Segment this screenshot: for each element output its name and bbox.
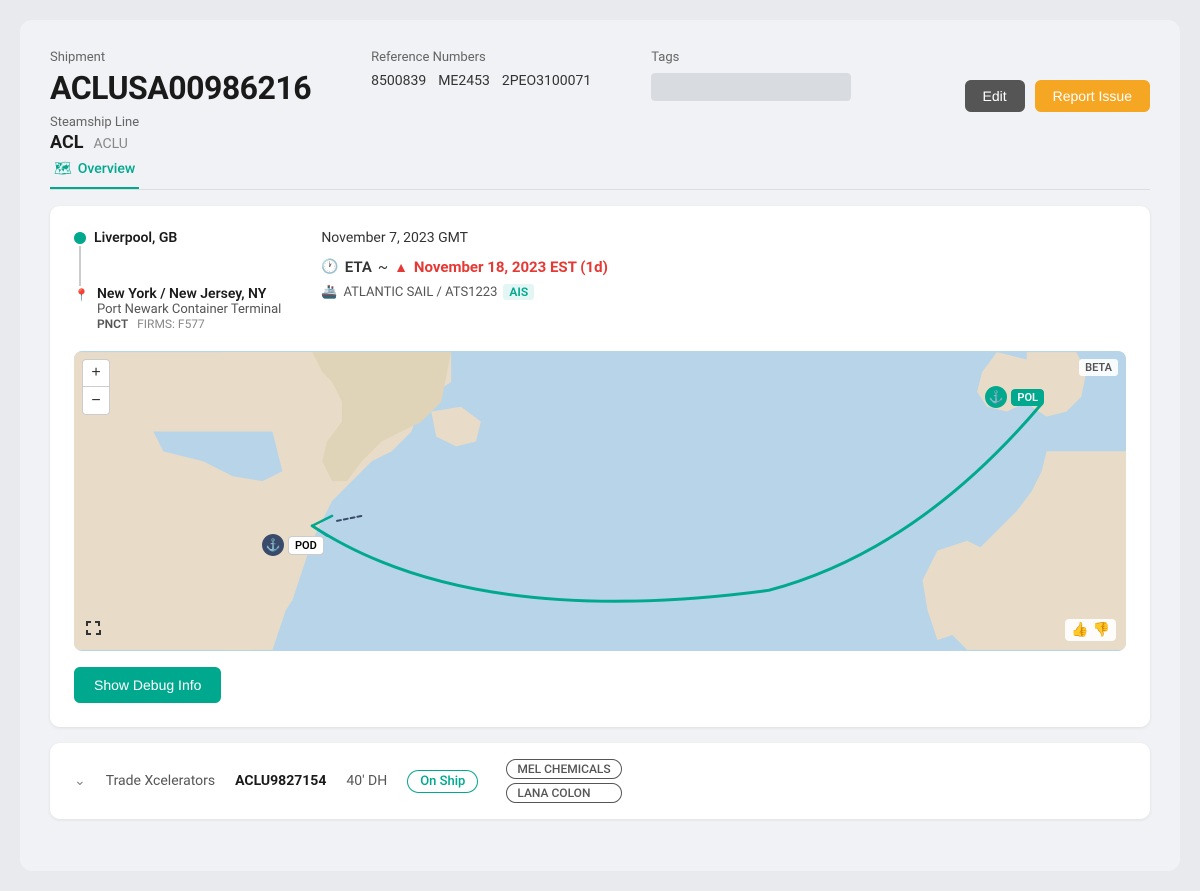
header-left: Shipment ACLUSA00986216 Steamship Line A… — [50, 50, 851, 153]
tab-overview-label: Overview — [78, 161, 135, 177]
departure-date: November 7, 2023 GMT — [321, 230, 608, 246]
tabs-row: 🗺 Overview — [50, 153, 1150, 190]
tab-overview[interactable]: 🗺 Overview — [50, 153, 139, 189]
route-connector — [79, 246, 81, 286]
reference-numbers: 8500839 ME2453 2PEO3100071 — [371, 73, 591, 89]
destination-firms-value: FIRMS: F577 — [137, 317, 205, 331]
destination-text: New York / New Jersey, NY Port Newark Co… — [97, 286, 281, 331]
route-right: November 7, 2023 GMT 🕐 ETA ~ ▲ November … — [321, 230, 608, 331]
origin-city: Liverpool, GB — [94, 230, 177, 246]
shipment-label: Shipment — [50, 50, 311, 65]
eta-up-arrow: ▲ — [394, 259, 408, 276]
page-container: Shipment ACLUSA00986216 Steamship Line A… — [20, 20, 1180, 871]
destination-name: New York / New Jersey, NY — [97, 286, 281, 302]
header-section: Shipment ACLUSA00986216 Steamship Line A… — [50, 50, 1150, 153]
expand-icon[interactable]: ⌄ — [74, 773, 86, 789]
pol-marker: ⚓ POL — [985, 386, 1044, 408]
ais-badge: AIS — [503, 284, 534, 300]
route-section: Liverpool, GB 📍 New York / New Jersey, N… — [74, 230, 1126, 331]
tags-input[interactable] — [651, 73, 851, 101]
origin-dot — [74, 232, 86, 244]
steamship-label: Steamship Line — [50, 115, 311, 130]
vessel-icon: 🚢 — [321, 285, 337, 300]
destination-code: PNCT — [97, 317, 128, 331]
eta-row: 🕐 ETA ~ ▲ November 18, 2023 EST (1d) — [321, 258, 608, 276]
destination-codes: PNCT FIRMS: F577 — [97, 317, 281, 331]
tags-block: Tags — [651, 50, 851, 101]
destination-terminal: Port Newark Container Terminal — [97, 302, 281, 317]
steamship-code: ACLU — [93, 136, 127, 152]
destination-firms — [131, 317, 134, 331]
ref-number-3: 2PEO3100071 — [502, 73, 591, 89]
edit-button[interactable]: Edit — [965, 80, 1025, 112]
eta-date: November 18, 2023 EST (1d) — [414, 258, 608, 276]
debug-button[interactable]: Show Debug Info — [74, 667, 221, 703]
map-svg — [74, 351, 1126, 651]
map-feedback: 👍 👎 — [1065, 619, 1116, 641]
shipment-id: ACLUSA00986216 — [50, 69, 311, 107]
cargo-size: 40' DH — [346, 773, 387, 789]
route-origin: Liverpool, GB — [74, 230, 281, 246]
pod-label: POD — [288, 536, 324, 555]
overview-icon: 🗺 — [54, 161, 72, 177]
cargo-company: Trade Xcelerators — [106, 773, 215, 789]
zoom-in-button[interactable]: + — [82, 359, 110, 387]
pol-label: POL — [1011, 389, 1044, 406]
map-controls: + − — [82, 359, 110, 415]
fullscreen-button[interactable] — [84, 619, 102, 641]
shipment-block: Shipment ACLUSA00986216 Steamship Line A… — [50, 50, 311, 153]
report-issue-button[interactable]: Report Issue — [1035, 80, 1150, 112]
pod-marker: ⚓ POD — [262, 534, 324, 556]
cargo-row: ⌄ Trade Xcelerators ACLU9827154 40' DH O… — [50, 743, 1150, 819]
steamship-name: ACL — [50, 132, 83, 153]
route-destination: 📍 New York / New Jersey, NY Port Newark … — [74, 286, 281, 331]
tags-label: Tags — [651, 50, 851, 65]
thumbs-down-button[interactable]: 👎 — [1093, 622, 1110, 638]
main-card: Liverpool, GB 📍 New York / New Jersey, N… — [50, 206, 1150, 727]
eta-tilde: ~ — [378, 258, 388, 276]
beta-badge: BETA — [1079, 359, 1118, 376]
cargo-tags: MEL CHEMICALS LANA COLON — [506, 759, 621, 803]
pol-anchor-icon: ⚓ — [985, 386, 1007, 408]
reference-block: Reference Numbers 8500839 ME2453 2PEO310… — [371, 50, 591, 89]
on-ship-badge: On Ship — [407, 770, 478, 793]
zoom-out-button[interactable]: − — [82, 387, 110, 415]
eta-label: ETA — [345, 258, 372, 276]
cargo-container-id: ACLU9827154 — [235, 773, 326, 789]
pod-anchor-icon: ⚓ — [262, 534, 284, 556]
reference-label: Reference Numbers — [371, 50, 591, 65]
route-left: Liverpool, GB 📍 New York / New Jersey, N… — [74, 230, 281, 331]
vessel-row: 🚢 ATLANTIC SAIL / ATS1223 AIS — [321, 284, 608, 300]
steamship-value: ACL ACLU — [50, 132, 311, 153]
thumbs-up-button[interactable]: 👍 — [1071, 622, 1088, 638]
clock-icon: 🕐 — [321, 259, 338, 275]
cargo-tag-2: LANA COLON — [506, 783, 621, 803]
destination-pin-icon: 📍 — [74, 288, 89, 302]
cargo-tag-1: MEL CHEMICALS — [506, 759, 621, 779]
ref-number-2: ME2453 — [438, 73, 490, 89]
map-container: + − BETA ⚓ POD ⚓ POL — [74, 351, 1126, 651]
vessel-name: ATLANTIC SAIL / ATS1223 — [344, 285, 498, 300]
action-buttons: Edit Report Issue — [965, 80, 1151, 112]
ref-number-1: 8500839 — [371, 73, 426, 89]
